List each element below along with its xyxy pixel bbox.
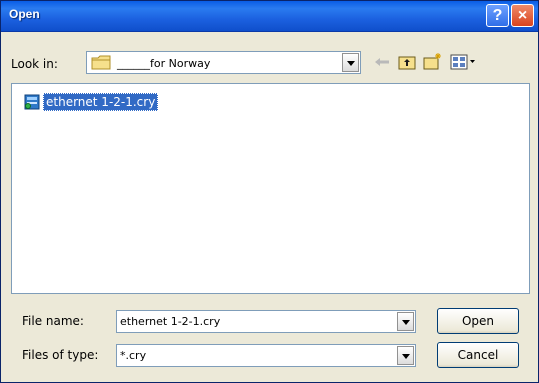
open-button[interactable]: Open	[437, 308, 519, 334]
help-button[interactable]: ?	[486, 4, 509, 27]
dialog-title: Open	[9, 7, 40, 21]
close-button[interactable]: ×	[511, 4, 534, 27]
views-menu-button[interactable]	[448, 52, 478, 72]
lookin-value: ______for Norway	[117, 57, 211, 70]
filename-input[interactable]: ethernet 1-2-1.cry	[116, 310, 416, 333]
file-name-label: ethernet 1-2-1.cry	[43, 93, 159, 111]
back-arrow-icon	[375, 58, 389, 66]
list-item[interactable]: ethernet 1-2-1.cry	[24, 93, 159, 111]
lookin-dropdown[interactable]: ______for Norway	[86, 51, 361, 74]
title-bar[interactable]: Open ? ×	[1, 1, 538, 32]
filetype-dropdown[interactable]: *.cry	[116, 344, 416, 367]
views-menu-icon	[450, 54, 475, 70]
chevron-down-icon[interactable]	[397, 346, 414, 365]
up-folder-icon	[398, 56, 416, 70]
new-folder-icon	[423, 53, 441, 70]
crystal-report-file-icon	[24, 94, 40, 110]
cancel-button-label: Cancel	[457, 348, 499, 362]
chevron-down-icon[interactable]	[342, 53, 359, 72]
folder-icon	[91, 55, 111, 70]
chevron-down-icon[interactable]	[397, 312, 414, 331]
lookin-label: Look in:	[11, 57, 58, 71]
filetype-value: *.cry	[120, 349, 147, 362]
filetype-label: Files of type:	[22, 348, 99, 362]
new-folder-button[interactable]	[423, 51, 443, 71]
question-mark-icon: ?	[492, 6, 503, 24]
close-icon: ×	[517, 6, 528, 24]
up-one-level-button[interactable]	[397, 52, 417, 72]
cancel-button[interactable]: Cancel	[437, 342, 519, 368]
filename-label: File name:	[22, 314, 84, 328]
back-button[interactable]	[372, 52, 392, 72]
file-list[interactable]: ethernet 1-2-1.cry	[11, 83, 530, 294]
open-dialog: Open ? × Look in: ______for Norway ether…	[0, 0, 539, 383]
filename-value: ethernet 1-2-1.cry	[120, 315, 221, 328]
open-button-label: Open	[461, 314, 495, 328]
